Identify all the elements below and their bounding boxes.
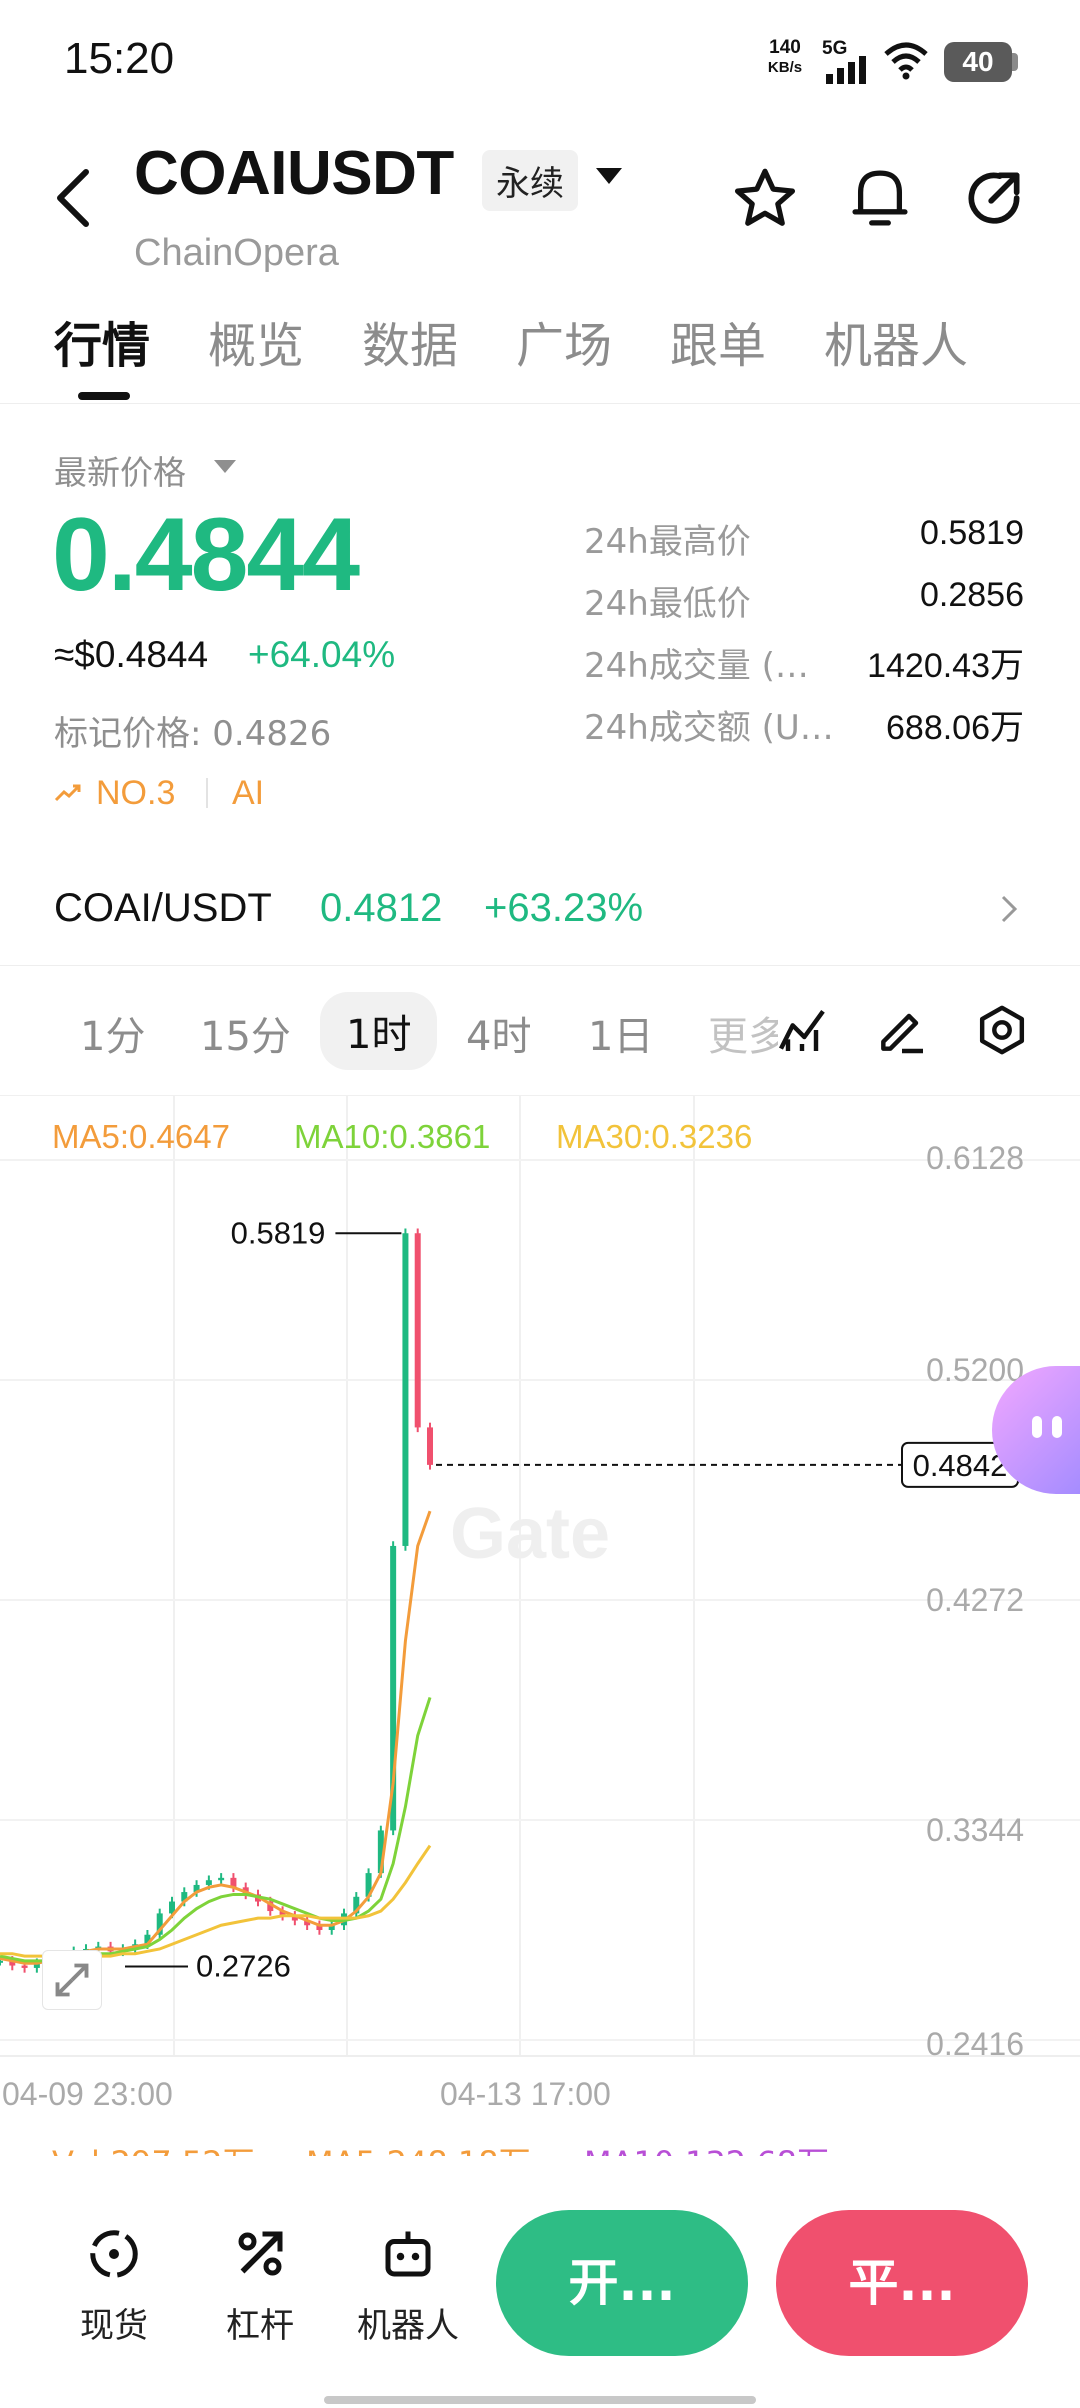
ma5-label: MA5:0.4647 (52, 1118, 230, 1155)
tab-market[interactable]: 行情 (54, 306, 150, 376)
stat-volume: 24h成交量 (COAI)1420.43万 (584, 646, 1024, 686)
latest-price-caret-icon[interactable] (214, 460, 236, 474)
assistant-eye-left (1032, 1416, 1042, 1438)
tag-divider (206, 778, 208, 808)
tab-bots[interactable]: 机器人 (824, 306, 968, 376)
spot-change: +63.23% (484, 886, 644, 930)
status-time: 15:20 (64, 34, 175, 83)
tf-1m[interactable]: 1分 (80, 1004, 145, 1062)
category-tag[interactable]: AI (232, 774, 264, 813)
ma10-line (0, 1696, 432, 1963)
open-position-button[interactable]: 开... (496, 2210, 748, 2356)
back-icon[interactable] (54, 168, 94, 228)
candle-body-35 (427, 1427, 433, 1465)
trending-icon (54, 784, 81, 802)
nav-leverage[interactable]: 杠杆 (200, 2224, 320, 2347)
caret-down-icon[interactable] (596, 168, 622, 186)
mark-price: 标记价格: 0.4826 (54, 714, 332, 754)
share-icon[interactable] (960, 164, 1028, 232)
main-tabs: 行情 概览 数据 广场 跟单 机器人 (0, 300, 1080, 404)
candle-body-17 (205, 1880, 212, 1885)
spot-pair: COAI/USDT (54, 886, 272, 930)
y-tick-1: 0.5200 (926, 1352, 1024, 1388)
y-tick-0: 0.6128 (926, 1140, 1024, 1176)
tab-square[interactable]: 广场 (516, 306, 612, 376)
home-indicator[interactable] (324, 2396, 756, 2404)
volume-indicator-row: Vol:297.52万 MA5:248.18万 MA10:132.68万 (0, 2118, 1080, 2156)
chevron-right-icon (1001, 895, 1018, 923)
spot-pair-row[interactable]: COAI/USDT 0.4812 +63.23% (0, 850, 1080, 966)
tab-overview[interactable]: 概览 (208, 306, 304, 376)
candle-body-33 (402, 1233, 409, 1546)
ma10-label: MA10:0.3861 (294, 1118, 491, 1155)
indicator-icon[interactable] (774, 1002, 830, 1058)
candle-body-2 (21, 1965, 28, 1968)
kline-chart[interactable]: Gate 0.5819 0.2726 0.4842 MA5:0.4647 MA10:… (0, 1096, 1080, 2156)
kline-svg[interactable]: Gate 0.5819 0.2726 0.4842 (0, 1096, 1080, 2156)
price-change-pct: +64.04% (248, 634, 396, 675)
y-tick-3: 0.3344 (926, 1812, 1024, 1848)
bell-icon[interactable] (846, 162, 914, 234)
vol-label: Vol:297.52万 (52, 2138, 255, 2156)
rank-badge[interactable]: NO.3 (96, 774, 175, 813)
timeframe-bar: 1分 15分 1时 4时 1日 更多 (0, 966, 1080, 1096)
assistant-eye-right (1052, 1416, 1062, 1438)
y-tick-2: 0.4272 (926, 1582, 1024, 1618)
tf-4h[interactable]: 4时 (466, 1004, 531, 1062)
spot-price: 0.4812 (320, 886, 443, 930)
stat-low: 24h最低价 0.2856 (584, 576, 1024, 624)
ma5-line (0, 1510, 432, 1965)
signal-icon (826, 56, 866, 84)
candle-body-0 (0, 1960, 3, 1963)
usd-price: ≈$0.4844 (54, 634, 209, 675)
x-tick-1: 04-13 17:00 (440, 2076, 611, 2112)
tf-15m[interactable]: 15分 (200, 1004, 291, 1062)
chart-settings-icon[interactable] (974, 1002, 1030, 1058)
leverage-icon (238, 2231, 283, 2276)
tab-copy-trade[interactable]: 跟单 (670, 306, 766, 376)
bottom-action-bar: 现货 杠杆 机器人 开... 平... (0, 2156, 1080, 2408)
symbol-subtitle: ChainOpera (134, 232, 339, 272)
close-position-button[interactable]: 平... (776, 2210, 1028, 2356)
last-price: 0.4844 (52, 497, 360, 613)
expand-icon (55, 1963, 89, 1997)
symbol-title[interactable]: COAIUSDT (134, 138, 454, 209)
star-icon[interactable] (730, 164, 800, 234)
low-marker-label: 0.2726 (196, 1949, 291, 1984)
tf-more[interactable]: 更多 (708, 1004, 778, 1062)
vol-ma10-label: MA10:132.68万 (584, 2138, 829, 2156)
tf-1d[interactable]: 1日 (588, 1004, 653, 1062)
nav-spot[interactable]: 现货 (54, 2224, 174, 2347)
vol-ma5-label: MA5:248.18万 (306, 2138, 531, 2156)
current-price-label: 0.4842 (913, 1448, 1008, 1483)
active-tab-indicator (78, 392, 130, 400)
wifi-icon (884, 42, 928, 80)
battery-icon: 40 (944, 42, 1012, 82)
status-bar: 15:20 140 KB/s 5G 40 (0, 0, 1080, 120)
expand-chart-button[interactable] (42, 1950, 102, 2010)
latest-price-label[interactable]: 最新价格 (54, 446, 186, 494)
candle-body-34 (414, 1233, 421, 1428)
high-marker-label: 0.5819 (231, 1215, 326, 1250)
watermark-logo: Gate (450, 1494, 610, 1574)
net-speed: 140 KB/s (767, 37, 803, 77)
y-tick-4: 0.2416 (926, 2026, 1024, 2062)
nav-robot[interactable]: 机器人 (348, 2224, 468, 2347)
ma30-label: MA30:0.3236 (556, 1118, 753, 1155)
contract-type-badge[interactable]: 永续 (482, 150, 578, 211)
tab-data[interactable]: 数据 (362, 306, 458, 376)
x-tick-0: 04-09 23:00 (2, 2076, 173, 2112)
stat-turnover: 24h成交额 (USDT)688.06万 (584, 708, 1024, 748)
spot-icon (90, 2230, 138, 2278)
stat-high: 24h最高价 0.5819 (584, 514, 1024, 562)
tf-1h[interactable]: 1时 (320, 992, 438, 1070)
candle-body-18 (218, 1877, 225, 1881)
robot-icon (385, 2231, 431, 2277)
battery-tip (1012, 53, 1018, 71)
draw-pen-icon[interactable] (874, 1002, 930, 1058)
